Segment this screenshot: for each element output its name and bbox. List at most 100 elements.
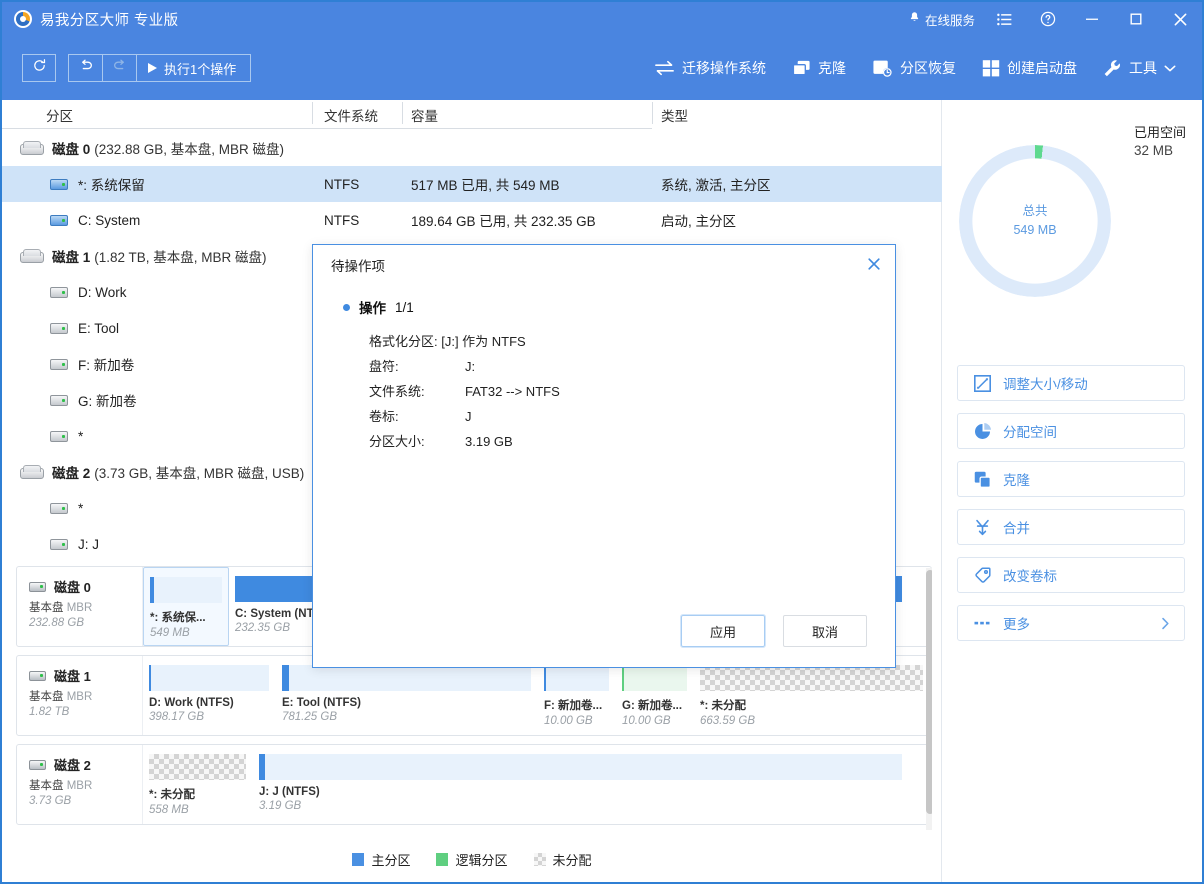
disk-meta: (3.73 GB, 基本盘, MBR 磁盘, USB) xyxy=(94,462,304,482)
partition-name: C: System xyxy=(78,213,140,228)
clone-icon xyxy=(792,59,811,77)
total-space-title: 总共 xyxy=(1022,202,1047,221)
disk-tree-row[interactable]: 磁盘 0 (232.88 GB, 基本盘, MBR 磁盘) xyxy=(2,130,942,166)
disk-map-partitions: *: 未分配 558 MB J: J (NTFS) 3.19 GB xyxy=(143,745,931,824)
tools-button[interactable]: 工具 xyxy=(1091,52,1188,84)
disk-map-card-disk2[interactable]: 磁盘 2 基本盘 MBR 3.73 GB *: 未分配 558 MB xyxy=(16,744,932,825)
close-icon[interactable] xyxy=(867,257,881,274)
bootable-media-label: 创建启动盘 xyxy=(1007,58,1077,78)
disk-map-partition-capacity: 398.17 GB xyxy=(149,711,275,723)
partition-recovery-button[interactable]: 分区恢复 xyxy=(860,52,968,84)
disk-map-partition-capacity: 549 MB xyxy=(150,627,228,639)
tag-label-icon xyxy=(974,567,991,584)
disk-map-partition-label: C: System (NT xyxy=(235,608,314,620)
partition-type: 系统, 激活, 主分区 xyxy=(661,174,771,194)
partition-tree-row-c-system[interactable]: C: System NTFS 189.64 GB 已用, 共 232.35 GB… xyxy=(2,202,942,238)
legend-label: 逻辑分区 xyxy=(455,850,507,869)
disk-map-partition-capacity: 10.00 GB xyxy=(622,715,693,727)
legend-item-primary: 主分区 xyxy=(352,850,410,869)
online-service-button[interactable]: 在线服务 xyxy=(901,2,982,36)
partition-icon xyxy=(50,215,68,226)
column-header-capacity[interactable]: 容量 xyxy=(411,105,438,125)
list-menu-icon[interactable] xyxy=(982,2,1026,36)
disk-map-partition-capacity: 3.19 GB xyxy=(259,800,908,812)
partition-name: G: 新加卷 xyxy=(78,390,137,410)
field-value: 3.19 GB xyxy=(465,429,513,454)
disk-meta: (1.82 TB, 基本盘, MBR 磁盘) xyxy=(94,246,266,266)
disk-map-partition-label: D: Work (NTFS) xyxy=(149,697,234,709)
disk-map-partition-unallocated-disk2[interactable]: *: 未分配 558 MB xyxy=(143,745,253,824)
partition-filesystem: NTFS xyxy=(324,213,359,228)
sidebar-item-more[interactable]: 更多 xyxy=(957,605,1185,641)
disk-map-partition-label: E: Tool (NTFS) xyxy=(282,697,361,709)
undo-icon xyxy=(78,59,94,78)
play-icon xyxy=(148,63,157,73)
cancel-button[interactable]: 取消 xyxy=(783,615,867,647)
operation-label: 操作 xyxy=(359,297,386,317)
disk-map-scrollbar[interactable] xyxy=(926,568,932,830)
disk-map-scheme: MBR xyxy=(67,780,93,792)
disk-map-info: 磁盘 2 基本盘 MBR 3.73 GB xyxy=(17,745,143,824)
legend-swatch-logical-icon xyxy=(436,853,448,866)
maximize-icon[interactable] xyxy=(1114,2,1158,36)
sidebar-item-label: 改变卷标 xyxy=(1003,565,1057,585)
scrollbar-thumb[interactable] xyxy=(926,570,932,814)
title-bar-actions: 在线服务 xyxy=(901,2,1202,36)
disk-map-scheme: MBR xyxy=(67,691,93,703)
clone-button[interactable]: 克隆 xyxy=(780,52,858,84)
column-header-type[interactable]: 类型 xyxy=(661,105,688,125)
partition-name: D: Work xyxy=(78,285,127,300)
disk-name: 磁盘 0 xyxy=(52,138,90,158)
sidebar-item-resize-move[interactable]: 调整大小/移动 xyxy=(957,365,1185,401)
sidebar-item-clone[interactable]: 克隆 xyxy=(957,461,1185,497)
sidebar-item-allocate-space[interactable]: 分配空间 xyxy=(957,413,1185,449)
app-window: 易我分区大师 专业版 在线服务 xyxy=(0,0,1204,884)
operation-count: 1/1 xyxy=(395,300,414,315)
migrate-os-button[interactable]: 迁移操作系统 xyxy=(642,52,778,84)
operation-heading: 操作 1/1 xyxy=(343,297,895,317)
small-disk-icon xyxy=(29,582,46,592)
sidebar-item-merge[interactable]: 合并 xyxy=(957,509,1185,545)
column-header-partition[interactable]: 分区 xyxy=(46,105,73,125)
used-space-title: 已用空间 xyxy=(1134,122,1186,141)
partition-name: *: 系统保留 xyxy=(78,174,145,194)
execute-operations-button[interactable]: 执行1个操作 xyxy=(137,55,250,81)
disk-map-partition-d-work[interactable]: D: Work (NTFS) 398.17 GB xyxy=(143,656,276,735)
question-help-icon[interactable] xyxy=(1026,2,1070,36)
used-space-callout: 已用空间 32 MB xyxy=(1134,122,1186,158)
apply-button[interactable]: 应用 xyxy=(681,615,765,647)
clone-icon xyxy=(974,471,991,488)
partition-icon xyxy=(50,539,68,550)
disk-name: 磁盘 2 xyxy=(52,462,90,482)
operation-summary-text: 格式化分区: [J:] 作为 NTFS xyxy=(369,329,526,354)
disk-map-bus: 基本盘 xyxy=(29,691,64,703)
refresh-button[interactable] xyxy=(22,54,56,82)
column-header-filesystem[interactable]: 文件系统 xyxy=(324,105,378,125)
bell-icon xyxy=(908,11,921,27)
chevron-right-icon xyxy=(1161,617,1170,630)
disk-map-partition-label: F: 新加卷... xyxy=(544,700,602,712)
partition-tree-row-system-reserved[interactable]: *: 系统保留 NTFS 517 MB 已用, 共 549 MB 系统, 激活,… xyxy=(2,166,942,202)
minimize-icon[interactable] xyxy=(1070,2,1114,36)
used-space-value: 32 MB xyxy=(1134,143,1186,158)
operation-field-filesystem: 文件系统: FAT32 --> NTFS xyxy=(369,379,895,404)
small-disk-icon xyxy=(29,671,46,681)
sidebar-item-change-label[interactable]: 改变卷标 xyxy=(957,557,1185,593)
legend-label: 未分配 xyxy=(553,850,592,869)
partition-icon xyxy=(50,503,68,514)
disk-name: 磁盘 1 xyxy=(52,246,90,266)
bootable-media-button[interactable]: 创建启动盘 xyxy=(970,52,1089,84)
dialog-body: 操作 1/1 格式化分区: [J:] 作为 NTFS 盘符: J: 文件系统: … xyxy=(313,285,895,454)
pending-operations-dialog: 待操作项 操作 1/1 格式化分区: [J:] 作为 NTFS 盘符: J: 文… xyxy=(312,244,896,668)
resize-move-icon xyxy=(974,375,991,392)
tools-label: 工具 xyxy=(1129,58,1157,78)
disk-map-partition-system-reserved[interactable]: *: 系统保... 549 MB xyxy=(143,567,229,646)
field-value: J: xyxy=(465,354,475,379)
disk-map-partition-label: *: 未分配 xyxy=(149,789,195,801)
undo-button[interactable] xyxy=(69,55,103,81)
close-icon[interactable] xyxy=(1158,2,1202,36)
merge-icon xyxy=(974,519,991,536)
disk-map-partition-j[interactable]: J: J (NTFS) 3.19 GB xyxy=(253,745,909,824)
redo-button[interactable] xyxy=(103,55,137,81)
field-key: 盘符: xyxy=(369,354,465,379)
